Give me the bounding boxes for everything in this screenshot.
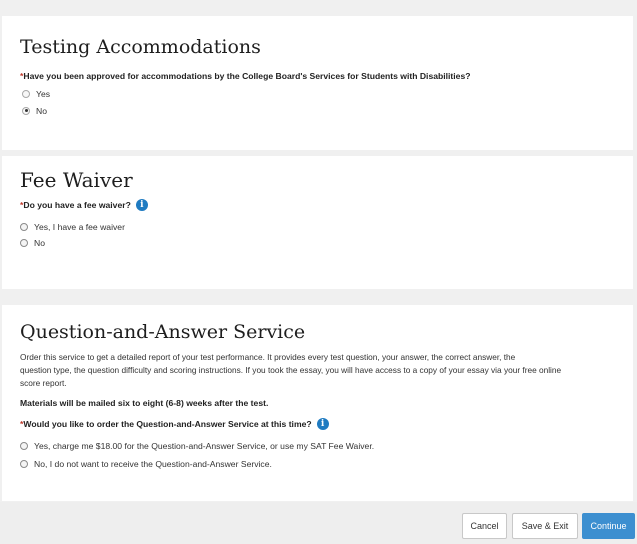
radio-label: Yes, I have a fee waiver — [34, 221, 125, 232]
question-text: Would you like to order the Question-and… — [23, 419, 312, 429]
radio-label: Yes, charge me $18.00 for the Question-a… — [34, 440, 375, 451]
description-line: Order this service to get a detailed rep… — [20, 352, 516, 362]
radio-button[interactable] — [20, 459, 28, 468]
fee-waiver-question: * Do you have a fee waiver? i — [20, 199, 148, 211]
section-title: Testing Accommodations — [20, 36, 261, 58]
radio-label: Yes — [36, 88, 51, 99]
accommodations-question: * Have you been approved for accommodati… — [20, 71, 470, 81]
section-title: Question-and-Answer Service — [20, 321, 306, 343]
qas-section: Question-and-Answer Service Order this s… — [2, 305, 633, 501]
question-text: Do you have a fee waiver? — [23, 200, 131, 210]
radio-option-yes-order[interactable]: Yes, charge me $18.00 for the Question-a… — [20, 438, 374, 453]
section-title: Fee Waiver — [20, 168, 133, 192]
info-icon[interactable]: i — [316, 418, 329, 430]
cancel-button[interactable]: Cancel — [462, 513, 507, 539]
footer-action-bar: Cancel Save & Exit Continue — [0, 502, 637, 544]
description-line: score report. — [20, 378, 67, 388]
radio-button-selected[interactable] — [22, 106, 30, 115]
save-exit-button[interactable]: Save & Exit — [512, 513, 578, 539]
radio-option-no[interactable]: No — [22, 103, 47, 118]
testing-accommodations-section: Testing Accommodations * Have you been a… — [2, 16, 633, 150]
qas-description: Order this service to get a detailed rep… — [20, 351, 630, 390]
qas-question: * Would you like to order the Question-a… — [20, 418, 329, 430]
radio-button[interactable] — [20, 222, 28, 231]
radio-option-yes-fee-waiver[interactable]: Yes, I have a fee waiver — [20, 219, 125, 234]
radio-label: No, I do not want to receive the Questio… — [34, 458, 272, 469]
radio-option-yes[interactable]: Yes — [22, 86, 50, 101]
radio-label: No — [34, 237, 45, 248]
radio-button[interactable] — [20, 238, 28, 247]
radio-button[interactable] — [22, 89, 30, 98]
radio-label: No — [36, 105, 47, 116]
fee-waiver-section: Fee Waiver * Do you have a fee waiver? i… — [2, 156, 633, 289]
question-text: Have you been approved for accommodation… — [23, 71, 471, 81]
radio-option-no[interactable]: No — [20, 235, 45, 250]
radio-button[interactable] — [20, 441, 28, 450]
radio-option-no-order[interactable]: No, I do not want to receive the Questio… — [20, 456, 272, 471]
mail-note: Materials will be mailed six to eight (6… — [20, 398, 269, 408]
continue-button[interactable]: Continue — [582, 513, 635, 539]
info-icon[interactable]: i — [135, 199, 148, 211]
description-line: question type, the question difficulty a… — [20, 365, 562, 375]
